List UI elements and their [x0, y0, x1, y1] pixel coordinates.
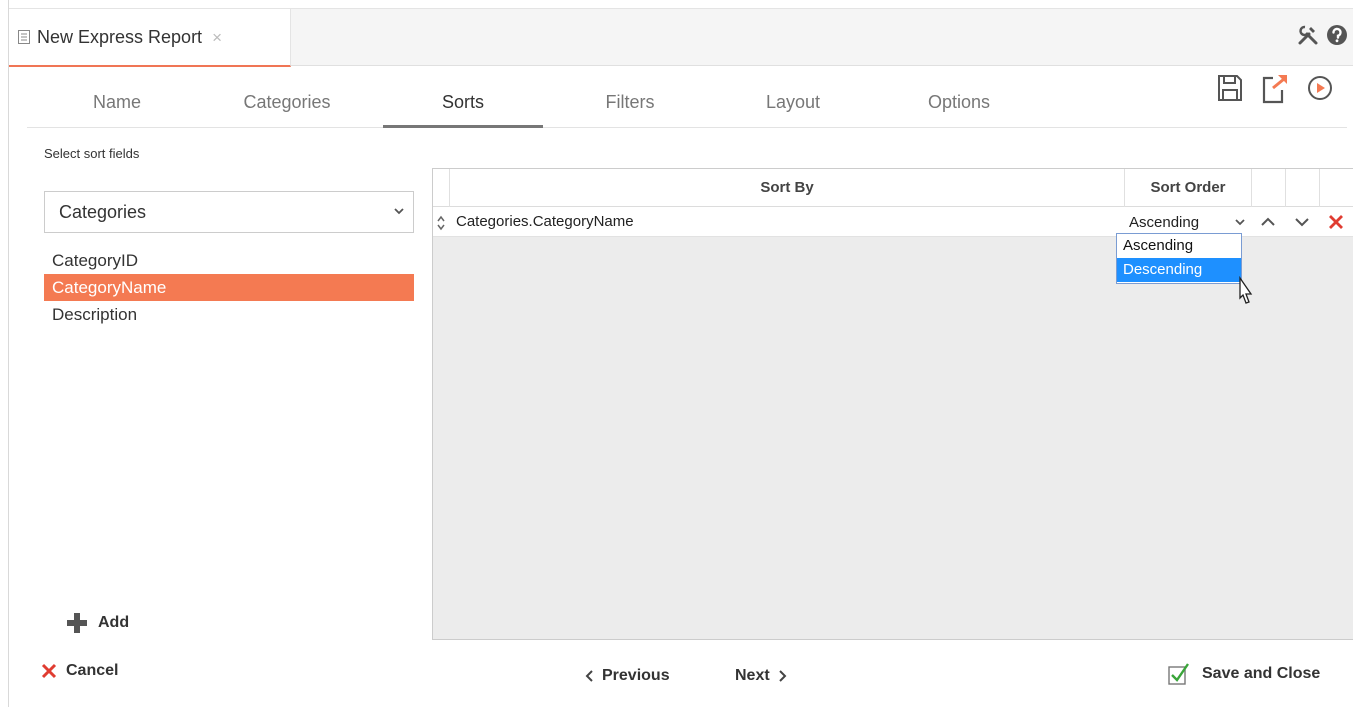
delete-icon[interactable] [1327, 214, 1345, 230]
sort-order-dropdown: Ascending Descending [1116, 233, 1242, 284]
next-button[interactable]: Next [735, 667, 788, 685]
tab-categories[interactable]: Categories [207, 80, 367, 128]
sort-order-header: Sort Order [1125, 169, 1252, 207]
close-tab-icon[interactable]: × [212, 29, 222, 46]
wizard-steps: Name Categories Sorts Filters Layout Opt… [27, 75, 1347, 128]
report-designer-frame: New Express Report × Name Categories Sor… [8, 0, 1353, 707]
document-title: New Express Report [37, 26, 203, 47]
chevron-right-icon [778, 670, 787, 682]
tools-icon[interactable] [1296, 23, 1320, 47]
list-item[interactable]: CategoryID [44, 247, 414, 274]
table-select-value: Categories [59, 202, 147, 222]
list-item[interactable]: CategoryName [44, 274, 414, 301]
dropdown-option-ascending[interactable]: Ascending [1117, 234, 1241, 258]
add-label: Add [98, 614, 130, 631]
mouse-cursor-icon [1239, 276, 1253, 304]
handle-column-header [433, 169, 450, 207]
sort-by-header: Sort By [450, 169, 1125, 207]
move-down-icon[interactable] [1293, 214, 1311, 230]
checkbox-check-icon [1168, 663, 1189, 685]
dropdown-option-descending[interactable]: Descending [1117, 258, 1241, 282]
cancel-button[interactable]: Cancel [41, 662, 118, 680]
tab-filters[interactable]: Filters [550, 80, 710, 128]
chevron-down-icon [1235, 219, 1245, 226]
table-select[interactable]: Categories [44, 191, 414, 233]
tab-name[interactable]: Name [37, 80, 197, 128]
cancel-label: Cancel [66, 662, 119, 679]
add-button[interactable]: Add [66, 612, 129, 634]
export-icon[interactable] [1261, 72, 1289, 104]
sort-order-select[interactable]: Ascending [1127, 213, 1249, 233]
run-icon[interactable] [1307, 75, 1333, 101]
header-tools [1296, 23, 1348, 47]
sort-field-name: Categories.CategoryName [456, 213, 634, 230]
report-icon [18, 30, 30, 44]
previous-label: Previous [602, 667, 670, 684]
tab-options[interactable]: Options [879, 80, 1039, 128]
step-actions [1217, 72, 1333, 104]
save-and-close-button[interactable]: Save and Close [1168, 662, 1320, 686]
sort-order-value: Ascending [1129, 214, 1200, 231]
grid-header: Sort By Sort Order [433, 169, 1353, 207]
document-tab-strip: New Express Report × [9, 8, 1353, 67]
save-and-close-label: Save and Close [1202, 665, 1321, 682]
move-up-icon[interactable] [1259, 214, 1277, 230]
next-label: Next [735, 667, 770, 684]
chevron-down-icon [394, 208, 404, 215]
document-tab[interactable]: New Express Report × [9, 9, 291, 67]
drag-handle-icon[interactable] [435, 215, 447, 231]
chevron-left-icon [585, 670, 593, 682]
list-item[interactable]: Description [44, 301, 414, 328]
plus-icon [67, 613, 87, 633]
help-icon[interactable] [1326, 24, 1348, 46]
move-up-column-header [1252, 169, 1286, 207]
tab-sorts[interactable]: Sorts [383, 80, 543, 128]
previous-button[interactable]: Previous [584, 667, 670, 685]
close-icon [41, 663, 57, 679]
delete-column-header [1320, 169, 1353, 207]
move-down-column-header [1286, 169, 1320, 207]
section-label: Select sort fields [44, 146, 140, 161]
tab-layout[interactable]: Layout [713, 80, 873, 128]
field-list: CategoryID CategoryName Description [44, 247, 414, 328]
save-icon[interactable] [1217, 74, 1243, 102]
